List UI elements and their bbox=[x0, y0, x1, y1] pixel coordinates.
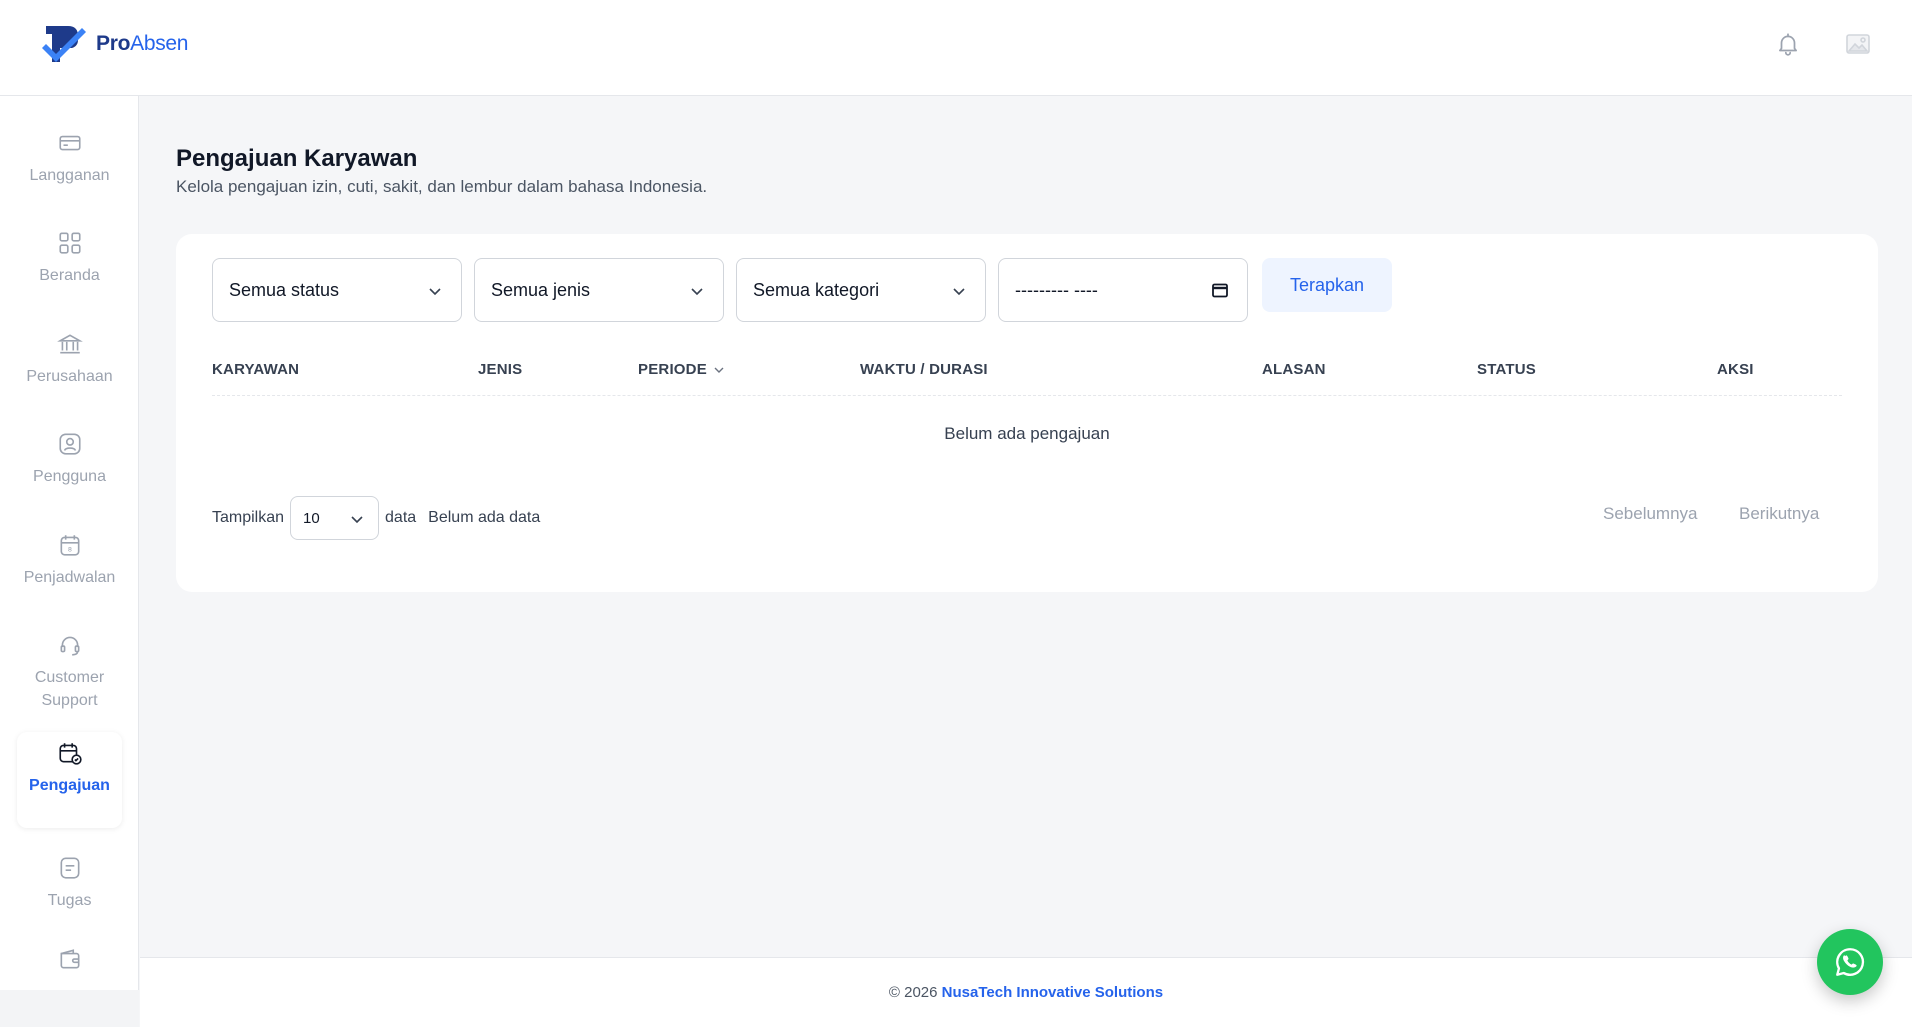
sidebar-item-tugas[interactable]: Tugas bbox=[17, 847, 122, 912]
column-header-karyawan: KARYAWAN bbox=[212, 361, 300, 378]
headset-icon bbox=[60, 636, 79, 656]
pagination-controls: Tampilkan 10 data Belum ada data bbox=[212, 496, 540, 540]
next-page-button[interactable]: Berikutnya bbox=[1739, 504, 1819, 524]
pagination-info: Belum ada data bbox=[428, 509, 541, 526]
sidebar-item-label: Tugas bbox=[47, 892, 92, 909]
calendar-icon[interactable] bbox=[1211, 281, 1229, 299]
page-title: Pengajuan Karyawan bbox=[176, 145, 418, 172]
show-label: Tampilkan bbox=[212, 509, 285, 526]
sidebar-item-penjadwalan[interactable]: 8 Penjadwalan bbox=[17, 524, 122, 589]
task-icon bbox=[60, 857, 79, 879]
type-filter-select[interactable]: Semua jenis bbox=[474, 258, 724, 322]
sidebar-item-perusahaan[interactable]: Perusahaan bbox=[17, 323, 122, 388]
user-icon bbox=[58, 433, 81, 455]
column-header-aksi: AKSI bbox=[1717, 361, 1754, 378]
requests-card: Semua status Semua jenis Semua kategori … bbox=[176, 234, 1878, 592]
sidebar-item-label: Pengguna bbox=[33, 468, 106, 485]
page-subtitle: Kelola pengajuan izin, cuti, sakit, dan … bbox=[176, 177, 708, 196]
logo-text: ProAbsen bbox=[96, 32, 188, 56]
per-page-select[interactable]: 10 bbox=[290, 496, 380, 540]
footer-copyright: © 2026 bbox=[888, 984, 938, 1001]
status-filter-value: Semua status bbox=[229, 279, 340, 300]
sidebar-item-label: Penjadwalan bbox=[23, 569, 116, 586]
sidebar-item-langganan[interactable]: Langganan bbox=[17, 122, 122, 187]
sidebar-item-wallet[interactable] bbox=[17, 938, 122, 980]
header-actions bbox=[1774, 30, 1872, 58]
bell-icon[interactable] bbox=[1774, 30, 1802, 58]
sidebar-item-label: Pengajuan bbox=[29, 777, 110, 794]
whatsapp-icon bbox=[1836, 948, 1865, 976]
column-header-periode-label: PERIODE bbox=[638, 361, 707, 378]
sidebar-item-label: Langganan bbox=[29, 167, 110, 184]
status-filter-select[interactable]: Semua status bbox=[212, 258, 462, 322]
table-header-divider bbox=[212, 395, 1842, 396]
column-header-jenis: JENIS bbox=[478, 361, 523, 378]
sidebar-item-label: Customer Support bbox=[34, 669, 105, 709]
sidebar-item-pengguna[interactable]: Pengguna bbox=[17, 423, 122, 488]
whatsapp-chat-button[interactable] bbox=[1817, 929, 1883, 995]
main-content: Pengajuan Karyawan Kelola pengajuan izin… bbox=[140, 97, 1912, 957]
footer: © 2026 NusaTech Innovative Solutions bbox=[140, 957, 1912, 1027]
column-header-alasan: ALASAN bbox=[1262, 361, 1326, 378]
chevron-down-icon bbox=[953, 288, 965, 296]
previous-page-button[interactable]: Sebelumnya bbox=[1603, 504, 1698, 524]
chevron-down-icon bbox=[691, 288, 703, 296]
sidebar-bottom-band bbox=[0, 990, 139, 1027]
grid-icon bbox=[58, 232, 81, 254]
bank-icon bbox=[56, 334, 83, 354]
column-header-status: STATUS bbox=[1477, 361, 1536, 378]
chevron-down-icon bbox=[351, 516, 363, 524]
logo-mark-icon bbox=[42, 26, 86, 62]
month-filter-input[interactable]: --------- ---- bbox=[998, 258, 1248, 322]
column-header-periode[interactable]: PERIODE bbox=[638, 361, 725, 378]
per-page-value: 10 bbox=[303, 509, 320, 527]
sidebar-item-label: Beranda bbox=[39, 267, 100, 284]
chevron-down-icon bbox=[714, 367, 724, 373]
month-filter-value: --------- ---- bbox=[1015, 279, 1098, 300]
top-header: ProAbsen bbox=[0, 0, 1912, 96]
chevron-down-icon bbox=[429, 288, 441, 296]
category-filter-value: Semua kategori bbox=[753, 279, 880, 300]
credit-card-icon bbox=[58, 135, 81, 151]
sidebar-item-beranda[interactable]: Beranda bbox=[17, 222, 122, 287]
sidebar: Langganan Beranda Perusahaan Pengguna 8 … bbox=[0, 96, 139, 1027]
logo-text-pro: Pro bbox=[96, 32, 131, 55]
sidebar-item-pengajuan[interactable]: Pengajuan bbox=[17, 732, 122, 828]
data-label: data bbox=[385, 509, 417, 526]
wallet-icon bbox=[60, 949, 79, 969]
category-filter-select[interactable]: Semua kategori bbox=[736, 258, 986, 322]
logo[interactable]: ProAbsen bbox=[42, 22, 188, 66]
sidebar-item-customer-support[interactable]: Customer Support bbox=[17, 624, 122, 712]
empty-state-message: Belum ada pengajuan bbox=[944, 424, 1110, 443]
calendar-check-icon bbox=[58, 743, 82, 765]
logo-text-absen: Absen bbox=[130, 32, 189, 55]
footer-company-link[interactable]: NusaTech Innovative Solutions bbox=[942, 984, 1163, 1001]
type-filter-value: Semua jenis bbox=[491, 279, 591, 300]
apply-button[interactable]: Terapkan bbox=[1262, 258, 1392, 312]
sidebar-item-label: Perusahaan bbox=[26, 368, 113, 385]
image-placeholder-icon[interactable] bbox=[1844, 30, 1872, 58]
svg-text:8: 8 bbox=[67, 546, 71, 554]
calendar-icon: 8 bbox=[60, 535, 79, 556]
column-header-waktu-durasi: WAKTU / DURASI bbox=[860, 361, 988, 378]
